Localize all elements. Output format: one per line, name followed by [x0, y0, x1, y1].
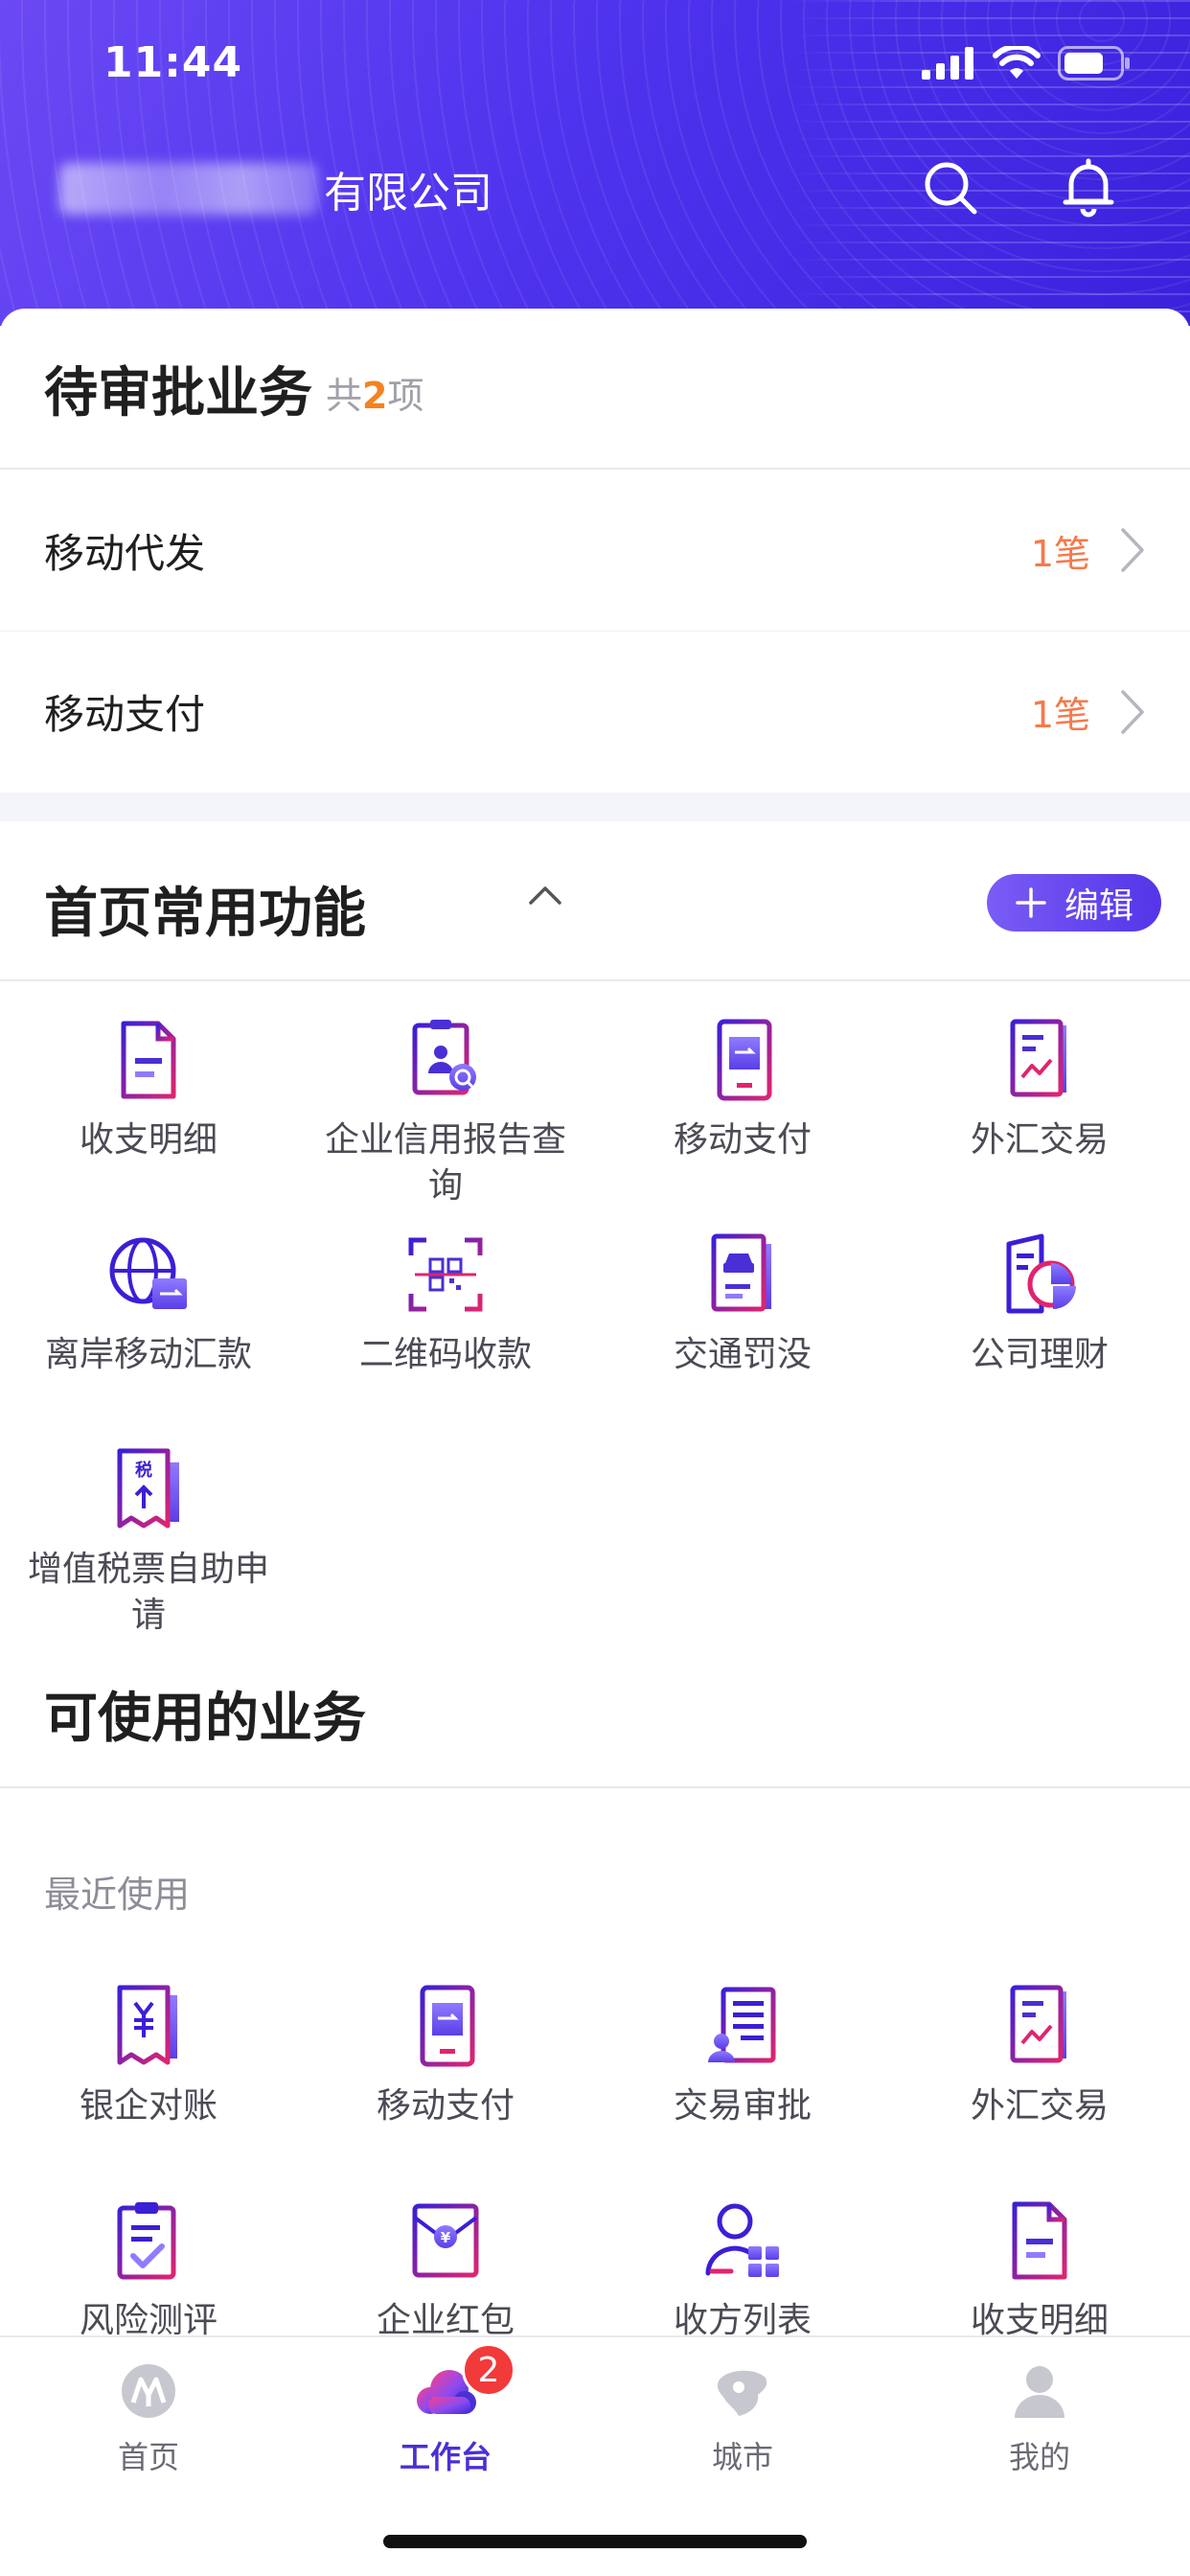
favorite-item-label: 公司理财	[970, 1335, 1109, 1374]
credit-report-search-icon	[412, 1020, 476, 1095]
tab-label: 城市	[711, 2439, 773, 2475]
available-title: 可使用的业务	[44, 1688, 366, 1750]
recent-item-mobile-payment[interactable]: 移动支付	[297, 1982, 594, 2129]
company-name-redacted	[59, 163, 318, 215]
city-icon	[717, 2370, 767, 2416]
tab-label: 首页	[117, 2439, 179, 2475]
favorite-item-label: 增值税票自助申请	[27, 1550, 269, 1635]
recent-item-risk-assessment[interactable]: 风险测评	[0, 2196, 297, 2344]
edit-favorites-button[interactable]: 编辑	[987, 874, 1161, 932]
recent-item-label: 移动支付	[376, 2086, 515, 2126]
recent-item-label: 外汇交易	[970, 2086, 1109, 2126]
company-name-suffix: 有限公司	[324, 169, 492, 218]
status-icons	[922, 46, 1131, 80]
pending-item-qty: 1笔	[1030, 532, 1090, 575]
recent-item-label: 交易审批	[673, 2086, 812, 2126]
red-packet-icon: ¥	[412, 2203, 479, 2278]
document-icon	[121, 1021, 176, 1099]
pending-item-mobile-payment[interactable]: 移动支付 1笔	[0, 631, 1190, 792]
favorite-item-label: 外汇交易	[970, 1120, 1109, 1160]
pending-item-label: 移动支付	[44, 691, 206, 738]
bell-icon[interactable]	[1058, 157, 1119, 218]
favorite-item-mobile-payment[interactable]: 移动支付	[594, 1016, 891, 1163]
favorite-item-qr-receive[interactable]: 二维码收款	[297, 1230, 594, 1378]
status-time: 11:44	[103, 38, 243, 87]
tab-label: 我的	[1008, 2439, 1070, 2475]
yuan-receipt-icon	[117, 1985, 177, 2065]
pending-approvals-card: 待审批业务 共2项 移动代发 1笔 移动支付 1笔	[0, 309, 1190, 793]
battery-icon	[1058, 46, 1130, 80]
favorite-item-offshore-remit[interactable]: 离岸移动汇款	[0, 1230, 297, 1378]
tab-profile[interactable]: 我的	[891, 2358, 1188, 2477]
clipboard-check-icon	[117, 2202, 176, 2280]
tab-label: 工作台	[399, 2439, 492, 2475]
favorite-item-label: 收支明细	[79, 1120, 217, 1160]
wifi-icon	[993, 46, 1041, 79]
tab-city[interactable]: 城市	[594, 2358, 891, 2477]
home-indicator[interactable]	[383, 2535, 807, 2548]
recent-label: 最近使用	[44, 1874, 191, 1916]
pending-count: 共2项	[326, 374, 424, 417]
document-icon	[1012, 2201, 1067, 2280]
mobile-pay-icon	[420, 1985, 475, 2067]
chevron-right-icon	[1121, 528, 1144, 572]
payee-list-icon	[705, 2203, 779, 2277]
recent-item-payee-list[interactable]: 收方列表	[594, 2196, 891, 2344]
bank-logo-icon	[122, 2364, 175, 2418]
tab-home[interactable]: 首页	[0, 2358, 297, 2477]
notification-badge: 2	[462, 2343, 515, 2397]
wealth-pie-icon	[1006, 1233, 1076, 1314]
pending-title: 待审批业务	[44, 361, 312, 425]
approval-list-icon	[708, 1987, 776, 2063]
mobile-pay-icon	[717, 1019, 772, 1101]
svg-text:税: 税	[135, 1460, 152, 1481]
favorites-title: 首页常用功能	[44, 883, 366, 945]
recent-item-red-packet[interactable]: ¥ 企业红包	[297, 2196, 594, 2344]
favorite-item-forex[interactable]: 外汇交易	[891, 1016, 1188, 1163]
favorite-item-label: 交通罚没	[673, 1335, 812, 1374]
favorite-item-vat-invoice[interactable]: 税 增值税票自助申请	[0, 1445, 297, 1639]
plus-icon	[1016, 887, 1046, 918]
recent-item-label: 银企对账	[79, 2086, 217, 2126]
favorite-item-label: 离岸移动汇款	[44, 1335, 252, 1374]
recent-item-forex[interactable]: 外汇交易	[891, 1982, 1188, 2129]
collapse-caret-icon[interactable]	[527, 884, 563, 907]
recent-item-statement[interactable]: 收支明细	[891, 2196, 1188, 2344]
forex-chart-icon	[1010, 1985, 1066, 2063]
tab-workbench[interactable]: 工作台	[297, 2358, 594, 2477]
favorite-item-label: 二维码收款	[358, 1335, 532, 1374]
available-divider	[0, 1786, 1190, 1788]
qr-code-icon	[408, 1237, 483, 1312]
favorite-item-label: 移动支付	[673, 1120, 812, 1160]
profile-icon	[1015, 2366, 1064, 2418]
signal-icon	[922, 47, 973, 80]
search-icon[interactable]	[920, 157, 981, 218]
svg-text:¥: ¥	[441, 2229, 451, 2246]
pending-item-label: 移动代发	[44, 529, 206, 577]
favorite-item-traffic-fine[interactable]: 交通罚没	[594, 1230, 891, 1378]
favorite-item-label: 企业信用报告查询	[324, 1120, 566, 1206]
favorite-item-statement[interactable]: 收支明细	[0, 1016, 297, 1163]
recent-item-reconciliation[interactable]: 银企对账	[0, 1982, 297, 2129]
traffic-fine-icon	[711, 1233, 771, 1312]
forex-chart-icon	[1010, 1019, 1066, 1097]
favorite-item-credit-report[interactable]: 企业信用报告查询	[297, 1016, 594, 1209]
pending-title-row: 待审批业务 共2项	[0, 309, 1190, 470]
edit-label: 编辑	[1064, 886, 1133, 926]
chevron-right-icon	[1121, 690, 1144, 734]
globe-transfer-icon	[109, 1237, 187, 1309]
pending-item-mobile-payroll[interactable]: 移动代发 1笔	[0, 470, 1190, 631]
recent-item-tx-approval[interactable]: 交易审批	[594, 1982, 891, 2129]
favorite-item-wealth[interactable]: 公司理财	[891, 1230, 1188, 1378]
company-name[interactable]: 有限公司	[59, 158, 492, 219]
header-banner: 11:44 有限公司	[0, 0, 1190, 326]
tax-invoice-icon: 税	[117, 1448, 179, 1529]
favorites-divider	[0, 979, 1190, 981]
pending-item-qty: 1笔	[1030, 694, 1090, 736]
